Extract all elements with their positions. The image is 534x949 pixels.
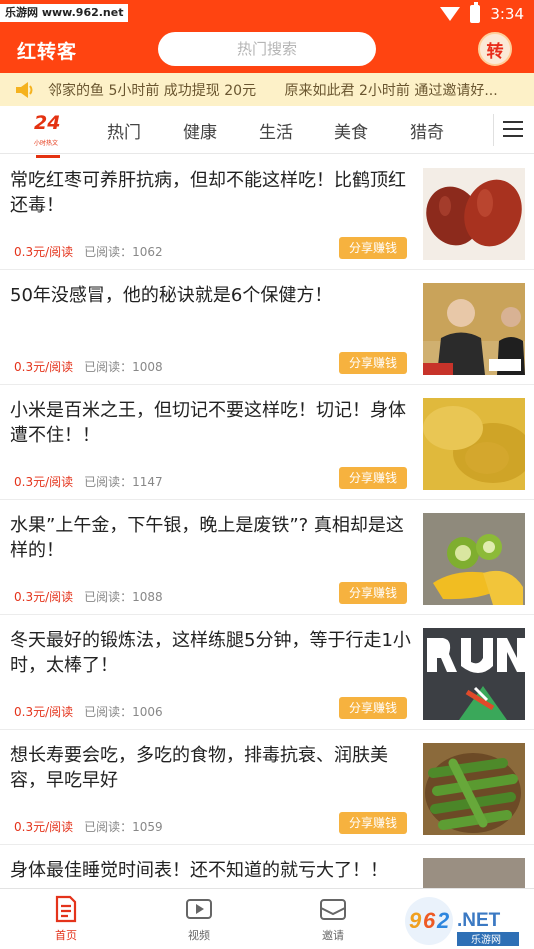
svg-text:.NET: .NET	[457, 910, 501, 931]
tab-24h-hot[interactable]: 24 小时热文	[34, 112, 62, 158]
app-logo-char: 转	[486, 41, 504, 62]
article-meta: 0.3元/阅读 已阅读：1059	[14, 818, 163, 835]
elderly-man-image[interactable]	[423, 283, 525, 375]
status-icons: 3:34	[440, 2, 524, 25]
red-dates-image[interactable]	[423, 168, 525, 260]
svg-text:2: 2	[436, 908, 450, 933]
search-input[interactable]: 热门搜索	[158, 32, 376, 66]
article-reads: 已阅读：1062	[84, 245, 163, 259]
tab-life[interactable]: 生活	[259, 118, 293, 143]
status-time: 3:34	[490, 5, 524, 23]
article-item[interactable]: 冬天最好的锻炼法，这样练腿5分钟，等于行走1小时，太棒了！ 0.3元/阅读 已阅读…	[0, 615, 534, 730]
nav-invite-label: 邀请	[322, 929, 344, 942]
category-tabs: 24 小时热文 热门 健康 生活 美食 猎奇	[0, 106, 534, 158]
article-item[interactable]: 常吃红枣可养肝抗病，但却不能这样吃！比鹤顶红还毒！ 0.3元/阅读 已阅读：106…	[0, 155, 534, 270]
share-earn-button[interactable]: 分享赚钱	[339, 352, 407, 374]
article-meta: 0.3元/阅读 已阅读：1088	[14, 588, 163, 605]
article-meta: 0.3元/阅读 已阅读：1008	[14, 358, 163, 375]
article-title: 想长寿要会吃，多吃的食物，排毒抗衰、润肤美容，早吃早好	[10, 745, 388, 791]
article-item[interactable]: 50年没感冒，他的秘诀就是6个保健方！ 0.3元/阅读 已阅读：1008 分享赚钱	[0, 270, 534, 385]
article-title: 身体最佳睡觉时间表！还不知道的就亏大了！！	[10, 860, 388, 881]
video-icon	[186, 899, 212, 919]
tab-24h-sub: 小时热文	[34, 140, 59, 147]
nav-invite[interactable]: 邀请	[303, 895, 363, 943]
share-earn-button[interactable]: 分享赚钱	[339, 467, 407, 489]
article-item[interactable]: 水果”上午金，下午银，晚上是废铁”? 真相却是这样的！ 0.3元/阅读 已阅读：1…	[0, 500, 534, 615]
notice-message: 邻家的鱼 5小时前 成功提现 20元	[48, 83, 257, 99]
svg-text:乐游网: 乐游网	[471, 933, 501, 946]
share-earn-button[interactable]: 分享赚钱	[339, 237, 407, 259]
app-logo-button[interactable]: 转	[478, 32, 512, 66]
tab-24h-number: 24	[34, 112, 61, 134]
article-item[interactable]: 身体最佳睡觉时间表！还不知道的就亏大了！！	[0, 845, 534, 888]
article-title: 50年没感冒，他的秘诀就是6个保健方！	[10, 285, 333, 306]
notice-message: 原来如此君 2小时前 通过邀请好...	[284, 83, 498, 99]
tab-divider	[493, 114, 494, 146]
tab-food[interactable]: 美食	[334, 118, 368, 143]
article-item[interactable]: 想长寿要会吃，多吃的食物，排毒抗衰、润肤美容，早吃早好 0.3元/阅读 已阅读：1…	[0, 730, 534, 845]
article-reads: 已阅读：1088	[84, 590, 163, 604]
article-price: 0.3元/阅读	[14, 820, 74, 834]
wifi-icon	[440, 7, 461, 21]
menu-icon[interactable]	[503, 121, 523, 137]
tab-hot[interactable]: 热门	[107, 118, 141, 143]
home-doc-icon	[55, 895, 77, 923]
article-reads: 已阅读：1059	[84, 820, 163, 834]
article-price: 0.3元/阅读	[14, 475, 74, 489]
app-header: 红转客 热门搜索 转	[0, 27, 534, 73]
article-item[interactable]: 小米是百米之王，但切记不要这样吃！切记！身体遭不住！！ 0.3元/阅读 已阅读：1…	[0, 385, 534, 500]
envelope-icon	[320, 899, 346, 920]
share-earn-button[interactable]: 分享赚钱	[339, 697, 407, 719]
article-feed[interactable]: 常吃红枣可养肝抗病，但却不能这样吃！比鹤顶红还毒！ 0.3元/阅读 已阅读：106…	[0, 155, 534, 888]
article-meta: 0.3元/阅读 已阅读：1147	[14, 473, 163, 490]
article-meta: 0.3元/阅读 已阅读：1006	[14, 703, 163, 720]
speaker-icon	[16, 82, 33, 98]
app-title: 红转客	[17, 41, 78, 63]
svg-text:9: 9	[409, 908, 422, 933]
article-reads: 已阅读：1008	[84, 360, 163, 374]
article-price: 0.3元/阅读	[14, 705, 74, 719]
article-title: 水果”上午金，下午银，晚上是废铁”? 真相却是这样的！	[10, 515, 404, 561]
article-price: 0.3元/阅读	[14, 245, 74, 259]
share-earn-button[interactable]: 分享赚钱	[339, 582, 407, 604]
status-bar: 乐游网 www.962.net 3:34	[0, 0, 534, 27]
tab-health[interactable]: 健康	[183, 118, 217, 143]
nav-video[interactable]: 视频	[169, 895, 229, 943]
article-price: 0.3元/阅读	[14, 360, 74, 374]
fruit-image[interactable]	[423, 513, 525, 605]
millet-image[interactable]	[423, 398, 525, 490]
notice-bar[interactable]: 邻家的鱼 5小时前 成功提现 20元 原来如此君 2小时前 通过邀请好...	[0, 73, 534, 106]
tab-curiosity[interactable]: 猎奇	[410, 118, 444, 143]
article-title: 小米是百米之王，但切记不要这样吃！切记！身体遭不住！！	[10, 400, 406, 446]
article-reads: 已阅读：1147	[84, 475, 163, 489]
nav-video-label: 视频	[188, 929, 210, 942]
battery-icon	[470, 2, 481, 23]
nav-home[interactable]: 首页	[36, 895, 96, 943]
article-reads: 已阅读：1006	[84, 705, 163, 719]
article-title: 冬天最好的锻炼法，这样练腿5分钟，等于行走1小时，太棒了！	[10, 630, 411, 676]
article-meta: 0.3元/阅读 已阅读：1062	[14, 243, 163, 260]
run-poster-image[interactable]	[423, 628, 525, 720]
svg-text:6: 6	[423, 908, 436, 933]
watermark-top: 乐游网 www.962.net	[0, 4, 129, 22]
bed-image[interactable]	[423, 858, 525, 888]
share-earn-button[interactable]: 分享赚钱	[339, 812, 407, 834]
watermark-logo: 9 6 2 .NET 乐游网	[395, 894, 534, 949]
article-price: 0.3元/阅读	[14, 590, 74, 604]
notice-text: 邻家的鱼 5小时前 成功提现 20元 原来如此君 2小时前 通过邀请好...	[48, 80, 522, 100]
article-title: 常吃红枣可养肝抗病，但却不能这样吃！比鹤顶红还毒！	[10, 170, 406, 216]
okra-image[interactable]	[423, 743, 525, 835]
nav-home-label: 首页	[55, 929, 77, 942]
